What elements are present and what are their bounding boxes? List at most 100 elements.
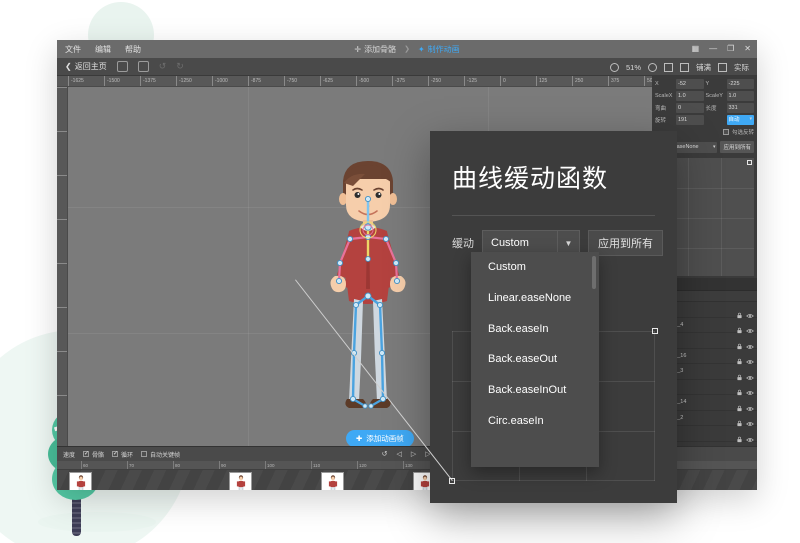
fit-icon[interactable]	[680, 63, 689, 72]
zoom-out-icon[interactable]	[610, 63, 619, 72]
ruler-tick	[57, 131, 68, 132]
ease-dropdown-list[interactable]: CustomLinear.easeNoneBack.easeInBack.eas…	[471, 252, 599, 467]
lock-icon[interactable]	[736, 306, 743, 313]
property-field-自动: 自动	[706, 115, 755, 125]
dropdown-option[interactable]: Back.easeIn	[471, 313, 599, 344]
zoom-in-icon[interactable]	[648, 63, 657, 72]
keyframe-thumbnail[interactable]	[321, 472, 344, 490]
property-label: 弯曲	[655, 104, 674, 112]
lock-icon[interactable]	[736, 383, 743, 390]
horizontal-ruler[interactable]: -1625-1500-1375-1250-1000-875-750-625-50…	[57, 76, 652, 87]
curve-grid-line	[721, 158, 722, 276]
dialog-ease-row: 缓动 Custom ▼ 应用到所有	[430, 216, 677, 256]
dropdown-option[interactable]: Back.easeOut	[471, 344, 599, 375]
dropdown-option[interactable]: Back.easeInOut	[471, 375, 599, 406]
frame-icon[interactable]	[664, 63, 673, 72]
lock-icon[interactable]	[736, 399, 743, 406]
undo-icon[interactable]: ↺	[159, 61, 167, 72]
ruler-tick	[57, 395, 68, 396]
eye-icon[interactable]	[746, 383, 753, 390]
dropdown-scrollbar[interactable]	[592, 256, 596, 289]
keyframe-thumbnail[interactable]	[69, 472, 92, 490]
step-add-bones[interactable]: ✛ 添加骨骼	[354, 44, 396, 55]
maximize-icon[interactable]: ❐	[727, 45, 734, 53]
lock-icon[interactable]	[736, 337, 743, 344]
eye-icon[interactable]	[746, 430, 753, 437]
step-make-animation-label: 制作动画	[428, 44, 460, 55]
panel-apply-all-button[interactable]: 应用到所有	[720, 141, 754, 153]
eye-icon[interactable]	[746, 368, 753, 375]
property-value[interactable]: -225	[727, 79, 755, 89]
property-value[interactable]: 自动	[727, 115, 755, 125]
dropdown-option[interactable]: Custom	[471, 252, 599, 283]
zoom-level-label: 51%	[626, 63, 641, 72]
ruler-tick: -500	[356, 76, 369, 87]
property-field-ScaleY: ScaleY1.0	[706, 91, 755, 101]
lock-icon[interactable]	[736, 430, 743, 437]
dialog-ease-value: Custom	[491, 237, 529, 249]
lock-icon[interactable]	[736, 414, 743, 421]
properties-grid: X-52Y-225ScaleX1.0ScaleY1.0弯曲0长度331旋转191…	[655, 79, 754, 125]
property-value[interactable]: 0	[676, 103, 704, 113]
property-label: 旋转	[655, 116, 674, 124]
property-value[interactable]: 1.0	[727, 91, 755, 101]
eye-icon[interactable]	[746, 352, 753, 359]
lock-icon[interactable]	[736, 445, 743, 446]
fit-label[interactable]: 铺满	[696, 62, 711, 73]
dropdown-option[interactable]: Circ.easeIn	[471, 405, 599, 436]
property-field-X: X-52	[655, 79, 704, 89]
dropdown-option[interactable]: Linear.easeNone	[471, 283, 599, 314]
eye-icon[interactable]	[746, 445, 753, 446]
lock-icon[interactable]	[736, 368, 743, 375]
ruler-tick: -1500	[104, 76, 120, 87]
property-field-旋转: 旋转191	[655, 115, 704, 125]
actual-size-icon[interactable]	[718, 63, 727, 72]
prev-frame-icon[interactable]: ◁	[396, 450, 401, 458]
vertical-ruler[interactable]	[57, 87, 68, 446]
lock-icon[interactable]	[736, 321, 743, 328]
property-value[interactable]: -52	[676, 79, 704, 89]
property-value[interactable]: 1.0	[676, 91, 704, 101]
add-animation-frame-button[interactable]: ✚ 添加动画帧	[346, 430, 414, 446]
link-icon[interactable]	[138, 61, 149, 72]
ruler-tick: 375	[608, 76, 619, 87]
curve-handle[interactable]	[747, 160, 752, 165]
eye-icon[interactable]	[746, 399, 753, 406]
timeline-tick: 80	[173, 461, 180, 470]
property-field-ScaleX: ScaleX1.0	[655, 91, 704, 101]
add-animation-frame-label: 添加动画帧	[366, 433, 404, 444]
dialog-apply-all-button[interactable]: 应用到所有	[588, 230, 663, 256]
redo-icon[interactable]: ↻	[176, 61, 184, 72]
duplicate-icon[interactable]	[117, 61, 128, 72]
tab-layers-empty[interactable]	[675, 278, 757, 290]
curve-grid-line	[452, 480, 655, 481]
ruler-tick: -1250	[176, 76, 192, 87]
lock-icon[interactable]	[736, 352, 743, 359]
property-field-Y: Y-225	[706, 79, 755, 89]
eye-icon[interactable]	[746, 414, 753, 421]
eye-icon[interactable]	[746, 306, 753, 313]
timeline-tick: 120	[357, 461, 367, 470]
play-icon[interactable]: ▷	[411, 450, 416, 458]
step-make-animation[interactable]: ✦ 制作动画	[418, 44, 460, 55]
property-value[interactable]: 331	[727, 103, 755, 113]
curve-handle-start[interactable]	[449, 478, 455, 484]
ruler-tick: -375	[392, 76, 405, 87]
property-value[interactable]: 191	[676, 115, 704, 125]
eye-icon[interactable]	[746, 321, 753, 328]
actual-size-label[interactable]: 实际	[734, 62, 749, 73]
minimize-icon[interactable]: —	[709, 45, 717, 53]
timeline-tick: 130	[403, 461, 413, 470]
character-rig[interactable]	[313, 159, 423, 429]
ruler-tick: -750	[284, 76, 297, 87]
ruler-tick: 500	[644, 76, 652, 87]
ruler-tick: 125	[536, 76, 547, 87]
back-to-home-button[interactable]: ❮ 返回主页	[65, 61, 107, 72]
curve-handle-end[interactable]	[652, 328, 658, 334]
eye-icon[interactable]	[746, 337, 753, 344]
chevron-right-icon: ❯	[404, 45, 410, 53]
keyframe-thumbnail[interactable]	[229, 472, 252, 490]
close-icon[interactable]: ✕	[744, 45, 751, 53]
account-icon[interactable]: ▦	[692, 45, 700, 53]
loop-icon[interactable]: ↺	[382, 450, 388, 458]
